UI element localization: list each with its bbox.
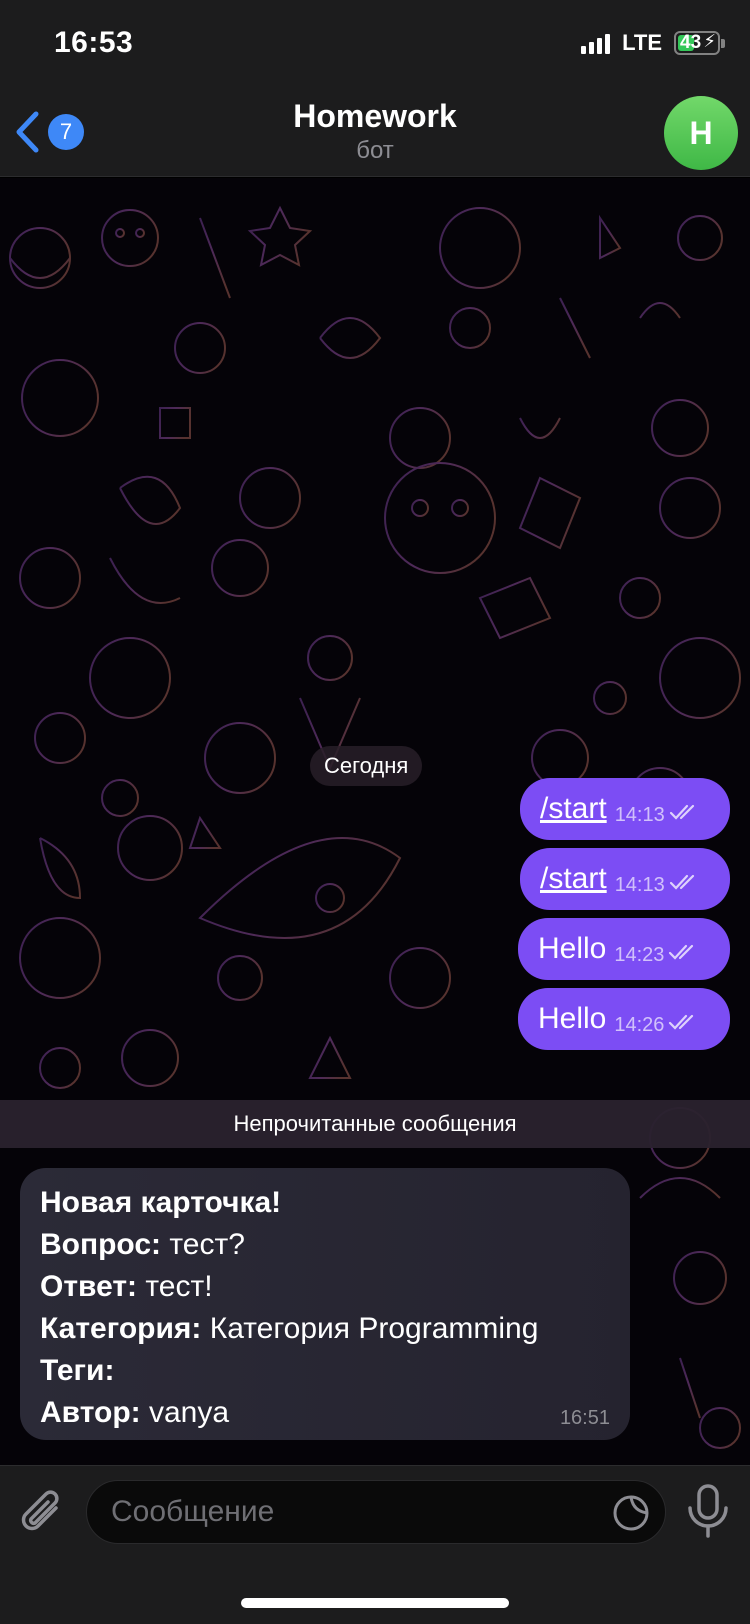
card-author: Автор: vanya xyxy=(40,1396,230,1429)
message-time: 14:13 xyxy=(614,873,665,896)
message-meta: 14:23 xyxy=(614,943,698,967)
status-time: 16:53 xyxy=(54,26,134,59)
unread-messages-divider: Непрочитанные сообщения xyxy=(0,1100,750,1148)
incoming-message[interactable]: Новая карточка! Вопрос: тест? Ответ: тес… xyxy=(20,1168,630,1440)
attach-button[interactable] xyxy=(20,1486,66,1538)
double-check-icon xyxy=(668,1013,698,1037)
battery-percent: 43 xyxy=(680,32,702,53)
microphone-button[interactable] xyxy=(686,1484,730,1540)
message-time: 14:23 xyxy=(614,943,665,966)
charging-bolt-icon: ⚡ xyxy=(703,31,716,51)
card-answer: Ответ: тест! xyxy=(40,1270,213,1303)
double-check-icon xyxy=(669,873,699,897)
message-input[interactable] xyxy=(111,1481,581,1543)
status-indicators: LTE 43 ⚡ xyxy=(581,30,725,56)
outgoing-message[interactable]: /start 14:13 xyxy=(520,778,730,840)
chat-subtitle: бот xyxy=(356,137,394,164)
signal-icon xyxy=(581,32,611,54)
message-text[interactable]: /start xyxy=(540,862,607,896)
battery-tip xyxy=(721,39,725,48)
message-text: Hello xyxy=(538,932,607,965)
battery-icon: 43 ⚡ xyxy=(674,31,725,55)
outgoing-message[interactable]: Hello 14:26 xyxy=(518,988,730,1050)
chat-title: Homework xyxy=(293,98,457,134)
card-category: Категория: Категория Programming xyxy=(40,1312,539,1345)
card-tags: Теги: xyxy=(40,1354,115,1387)
avatar[interactable]: H xyxy=(664,96,738,170)
microphone-icon xyxy=(688,1484,728,1538)
message-meta: 14:26 xyxy=(614,1013,698,1037)
sticker-button[interactable] xyxy=(611,1493,651,1533)
paperclip-icon xyxy=(21,1490,59,1531)
chat-area[interactable]: Сегодня /start 14:13 /start 14:13 Hello … xyxy=(0,178,750,1465)
message-time: 16:51 xyxy=(559,1407,610,1429)
message-text: Hello xyxy=(538,1002,607,1035)
card-title: Новая карточка! xyxy=(40,1186,282,1219)
double-check-icon xyxy=(669,803,699,827)
sticker-icon xyxy=(613,1495,649,1531)
message-meta: 14:13 xyxy=(615,803,699,827)
status-bar: 16:53 LTE 43 ⚡ xyxy=(0,0,750,92)
date-separator: Сегодня xyxy=(310,746,423,786)
chat-title-block[interactable]: Homework бот xyxy=(0,98,750,165)
chat-header: 7 Homework бот H xyxy=(0,92,750,177)
home-indicator[interactable] xyxy=(241,1598,509,1608)
card-question: Вопрос: тест? xyxy=(40,1228,245,1261)
outgoing-message[interactable]: /start 14:13 xyxy=(520,848,730,910)
message-time: 14:26 xyxy=(614,1013,665,1036)
network-label: LTE xyxy=(622,30,662,55)
message-time: 14:13 xyxy=(614,803,665,826)
message-meta: 14:13 xyxy=(615,873,699,897)
message-field[interactable] xyxy=(86,1480,666,1544)
outgoing-message[interactable]: Hello 14:23 xyxy=(518,918,730,980)
double-check-icon xyxy=(668,943,698,967)
message-text[interactable]: /start xyxy=(540,792,607,826)
